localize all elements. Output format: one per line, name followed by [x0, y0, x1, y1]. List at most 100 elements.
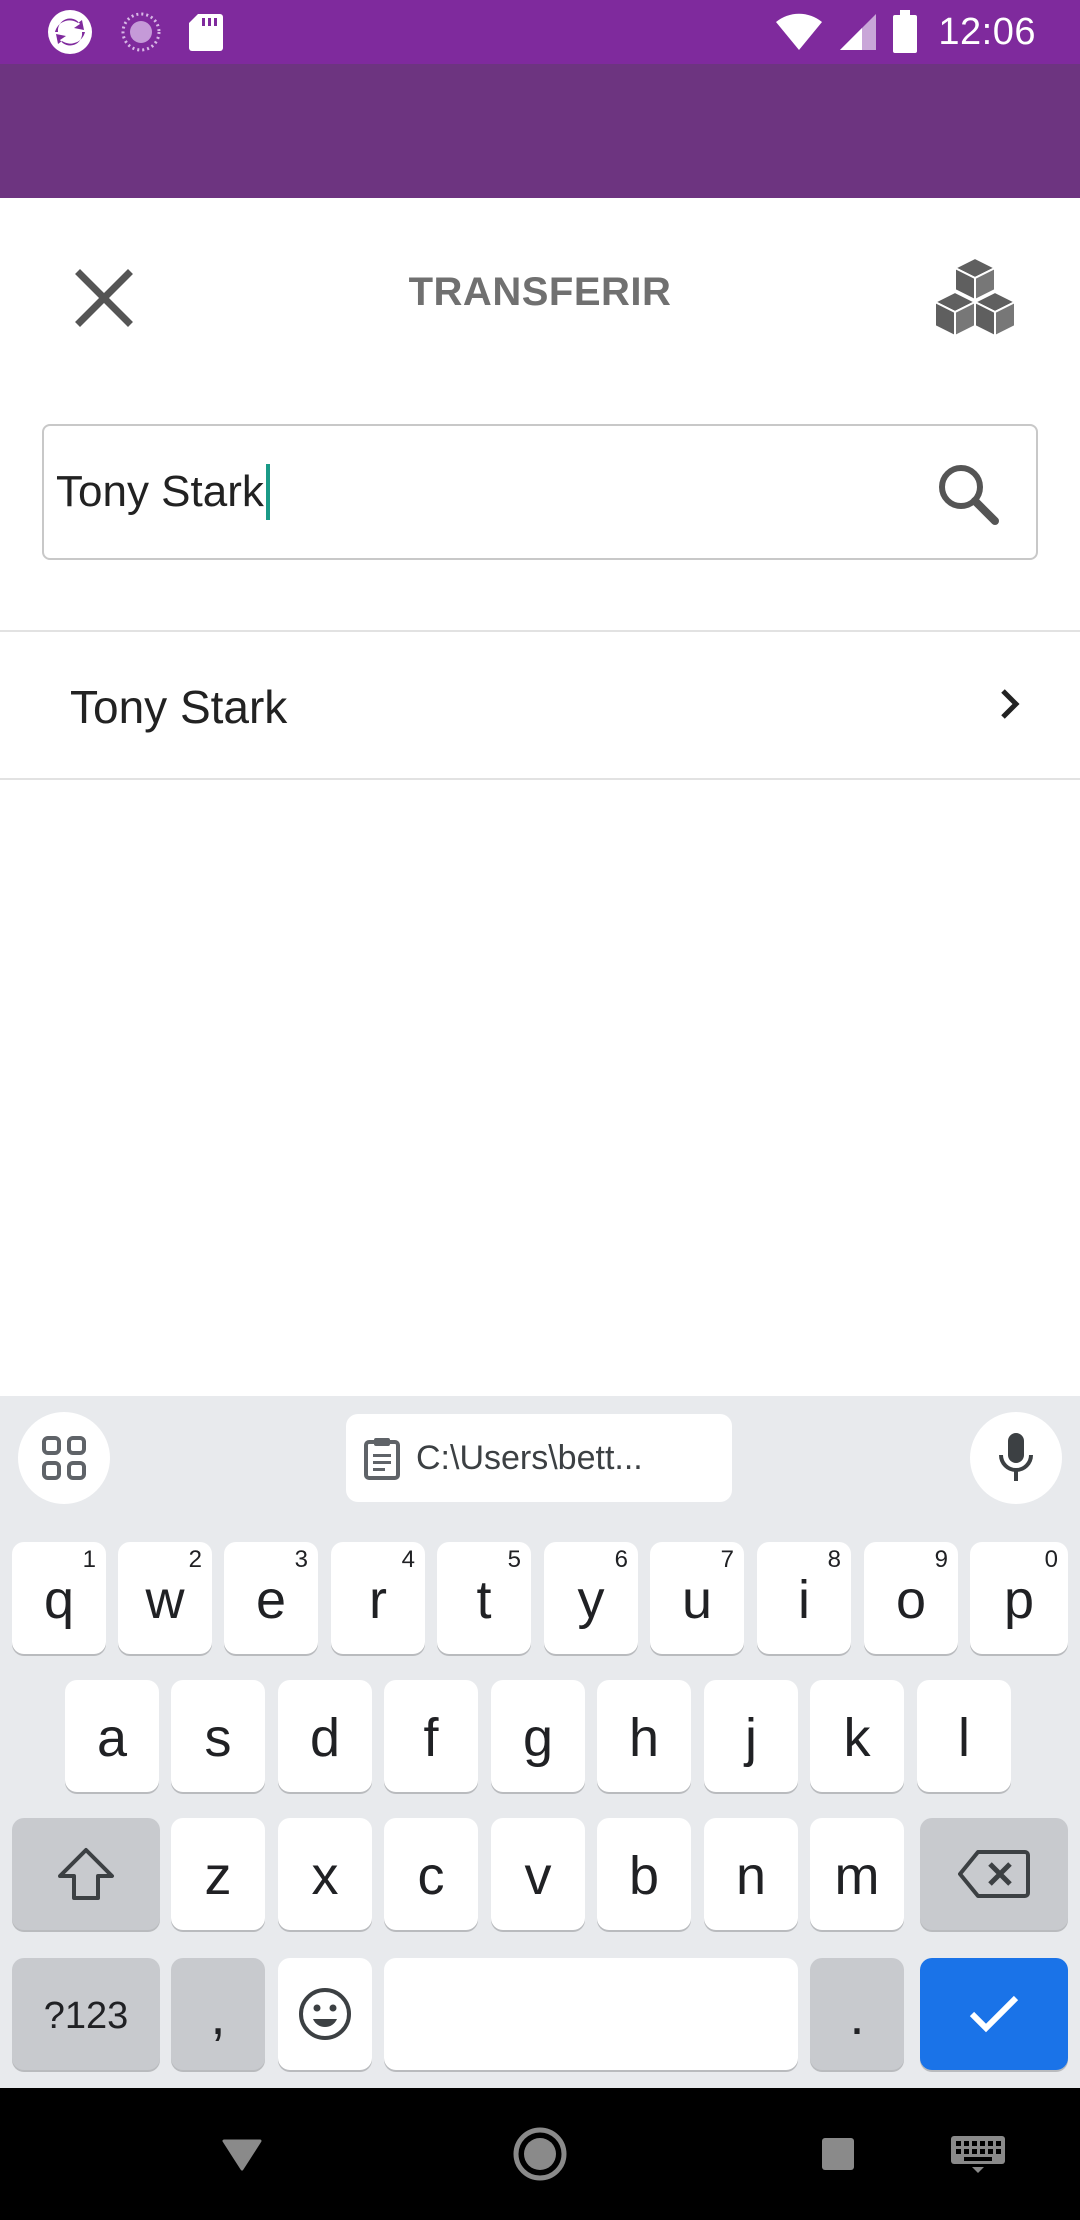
- key-label: m: [834, 1846, 880, 1906]
- screen: 12:06 TRANSFERIR Tony Stark Tony Stark C…: [0, 0, 1080, 2220]
- key-l[interactable]: l: [917, 1680, 1011, 1792]
- key-label: z: [204, 1846, 232, 1906]
- status-bar: 12:06: [0, 0, 1080, 64]
- space-key[interactable]: [384, 1958, 798, 2070]
- done-key[interactable]: [920, 1958, 1068, 2070]
- key-label: o: [895, 1570, 927, 1630]
- key-d[interactable]: d: [278, 1680, 372, 1792]
- result-name: Tony Stark: [70, 681, 288, 733]
- key-label: q: [43, 1570, 75, 1630]
- key-v[interactable]: v: [491, 1818, 585, 1930]
- clipboard-text: C:\Users\bett...: [416, 1438, 643, 1477]
- clipboard-suggestion[interactable]: C:\Users\bett...: [346, 1414, 732, 1502]
- checkmark-icon: [969, 1995, 1019, 2033]
- voice-input-button[interactable]: [970, 1412, 1062, 1504]
- search-button[interactable]: [934, 460, 1000, 526]
- key-label: r: [369, 1570, 387, 1630]
- key-label: d: [309, 1708, 341, 1768]
- apps-grid-icon: [42, 1436, 86, 1480]
- keyboard-switch-button[interactable]: [942, 2118, 1014, 2190]
- key-a[interactable]: a: [65, 1680, 159, 1792]
- transfer-sheet: TRANSFERIR Tony Stark Tony Stark: [0, 198, 1080, 1396]
- home-button[interactable]: [504, 2118, 576, 2190]
- key-label: a: [96, 1708, 128, 1768]
- home-circle-icon: [513, 2127, 567, 2181]
- shift-icon: [58, 1848, 114, 1900]
- key-label: w: [145, 1570, 185, 1630]
- key-t[interactable]: t5: [437, 1542, 531, 1654]
- key-u[interactable]: u7: [650, 1542, 744, 1654]
- key-n[interactable]: n: [704, 1818, 798, 1930]
- key-label: l: [958, 1708, 970, 1768]
- key-f[interactable]: f: [384, 1680, 478, 1792]
- key-y[interactable]: y6: [544, 1542, 638, 1654]
- key-label: e: [255, 1570, 287, 1630]
- status-right-icons: 12:06: [774, 8, 1036, 56]
- comma-key[interactable]: ,: [171, 1958, 265, 2070]
- key-hint: 6: [614, 1546, 628, 1573]
- key-c[interactable]: c: [384, 1818, 478, 1930]
- key-hint: 9: [934, 1546, 948, 1573]
- search-input[interactable]: Tony Stark: [42, 424, 1038, 560]
- period-key[interactable]: .: [810, 1958, 904, 2070]
- key-r[interactable]: r4: [331, 1542, 425, 1654]
- key-hint: 2: [188, 1546, 202, 1573]
- symbols-key[interactable]: ?123: [12, 1958, 160, 2070]
- key-j[interactable]: j: [704, 1680, 798, 1792]
- key-label: k: [843, 1708, 871, 1768]
- keyboard-menu-button[interactable]: [18, 1412, 110, 1504]
- app-bar-background: [0, 64, 1080, 200]
- back-button[interactable]: [206, 2118, 278, 2190]
- key-hint: 0: [1044, 1546, 1058, 1573]
- key-m[interactable]: m: [810, 1818, 904, 1930]
- emoji-key[interactable]: [278, 1958, 372, 2070]
- key-w[interactable]: w2: [118, 1542, 212, 1654]
- shift-key[interactable]: [12, 1818, 160, 1930]
- key-hint: 8: [827, 1546, 841, 1573]
- key-k[interactable]: k: [810, 1680, 904, 1792]
- key-hint: 3: [294, 1546, 308, 1573]
- emoji-icon: [299, 1988, 351, 2040]
- key-h[interactable]: h: [597, 1680, 691, 1792]
- key-label: .: [849, 1986, 865, 2046]
- key-hint: 7: [720, 1546, 734, 1573]
- key-s[interactable]: s: [171, 1680, 265, 1792]
- key-g[interactable]: g: [491, 1680, 585, 1792]
- search-value-wrap: Tony Stark: [56, 464, 270, 520]
- back-triangle-icon: [222, 2139, 262, 2171]
- key-label: t: [476, 1570, 492, 1630]
- search-value: Tony Stark: [56, 467, 264, 516]
- recents-button[interactable]: [802, 2118, 874, 2190]
- sheet-title: TRANSFERIR: [408, 270, 672, 314]
- key-e[interactable]: e3: [224, 1542, 318, 1654]
- cellular-signal-icon: [838, 12, 878, 52]
- key-i[interactable]: i8: [757, 1542, 851, 1654]
- microphone-icon: [999, 1433, 1033, 1481]
- key-o[interactable]: o9: [864, 1542, 958, 1654]
- key-label: ?123: [43, 1994, 129, 2037]
- key-b[interactable]: b: [597, 1818, 691, 1930]
- key-label: c: [417, 1846, 445, 1906]
- clipboard-icon: [364, 1438, 400, 1480]
- backspace-key[interactable]: [920, 1818, 1068, 1930]
- divider: [0, 778, 1080, 780]
- key-label: g: [522, 1708, 554, 1768]
- sd-card-icon: [188, 12, 224, 52]
- key-hint: 4: [401, 1546, 415, 1573]
- sheet-header: TRANSFERIR: [0, 198, 1080, 398]
- key-hint: 5: [507, 1546, 521, 1573]
- navigation-bar: [0, 2088, 1080, 2220]
- app-logo-icon: [46, 8, 94, 56]
- cubes-icon: [932, 256, 1018, 338]
- key-label: u: [681, 1570, 713, 1630]
- cubes-button[interactable]: [920, 250, 1030, 350]
- search-icon: [939, 465, 999, 525]
- key-label: x: [311, 1846, 339, 1906]
- key-z[interactable]: z: [171, 1818, 265, 1930]
- key-label: h: [628, 1708, 660, 1768]
- list-item[interactable]: Tony Stark: [0, 632, 1080, 778]
- key-q[interactable]: q1: [12, 1542, 106, 1654]
- key-p[interactable]: p0: [970, 1542, 1068, 1654]
- key-hint: 1: [82, 1546, 96, 1573]
- key-x[interactable]: x: [278, 1818, 372, 1930]
